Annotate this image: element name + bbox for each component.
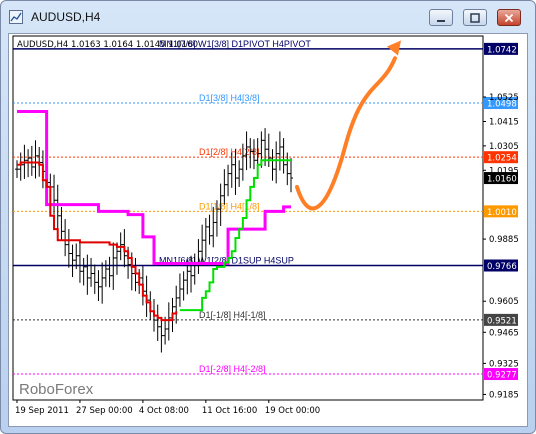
title-bar[interactable]: AUDUSD,H4 <box>1 1 535 33</box>
x-tick-label-2: 4 Oct 08:00 <box>139 406 189 416</box>
price-tag-label-6: 0.9521 <box>487 316 517 326</box>
y-tick-label-2: 1.0305 <box>489 142 519 152</box>
x-tick-label-1: 27 Sep 00:00 <box>76 406 133 416</box>
level-label-6: D1[-1/8] H4[-1/8] <box>199 310 266 320</box>
close-button[interactable] <box>497 9 521 26</box>
x-tick-label-3: 11 Oct 16:00 <box>202 406 257 416</box>
watermark: RoboForex <box>19 381 94 398</box>
price-tag-label-2: 1.0254 <box>487 154 517 164</box>
price-tag-label-7: 0.9277 <box>487 371 517 381</box>
chart-window: AUDUSD,H4 AUDUSD,H4 1.0163 1.0164 1.0145… <box>0 0 536 434</box>
price-tag-label-4: 1.0010 <box>487 208 517 218</box>
price-chart[interactable]: AUDUSD,H4 1.0163 1.0164 1.0145 1.0160MN1… <box>9 34 527 426</box>
y-tick-label-7: 0.9325 <box>489 359 519 369</box>
y-tick-label-3: 1.0195 <box>489 166 519 176</box>
window-title: AUDUSD,H4 <box>31 10 101 24</box>
level-label-4: D1[1/8] H4[1/8] <box>199 201 260 211</box>
x-tick-label-4: 19 Oct 00:00 <box>265 406 320 416</box>
level-label-0: MN1[7/8] W1[3/8] D1PIVOT H4PIVOT <box>159 39 311 49</box>
y-tick-label-4: 0.9885 <box>489 235 519 245</box>
minimize-button[interactable] <box>429 9 453 26</box>
y-tick-label-8: 0.9185 <box>489 390 519 400</box>
chart-window-icon <box>9 10 23 24</box>
plot-frame <box>12 35 484 401</box>
y-tick-label-5: 0.9605 <box>489 297 519 307</box>
y-tick-label-1: 1.0415 <box>489 117 519 127</box>
maximize-button[interactable] <box>463 9 487 26</box>
level-label-1: D1[3/8] H4[3/8] <box>199 93 260 103</box>
price-tag-label-5: 0.9766 <box>487 262 517 272</box>
y-tick-label-6: 0.9465 <box>489 328 519 338</box>
chart-area[interactable]: AUDUSD,H4 1.0163 1.0164 1.0145 1.0160 MN1… <box>8 33 528 427</box>
maximize-icon <box>470 13 480 23</box>
x-tick-label-0: 19 Sep 2011 <box>15 406 69 416</box>
y-tick-label-0: 1.0525 <box>489 93 519 103</box>
level-label-7: D1[-2/8] H4[-2/8] <box>199 364 266 374</box>
minimize-icon <box>437 20 445 22</box>
close-icon <box>504 13 514 23</box>
price-tag-label-0: 1.0742 <box>487 45 517 55</box>
